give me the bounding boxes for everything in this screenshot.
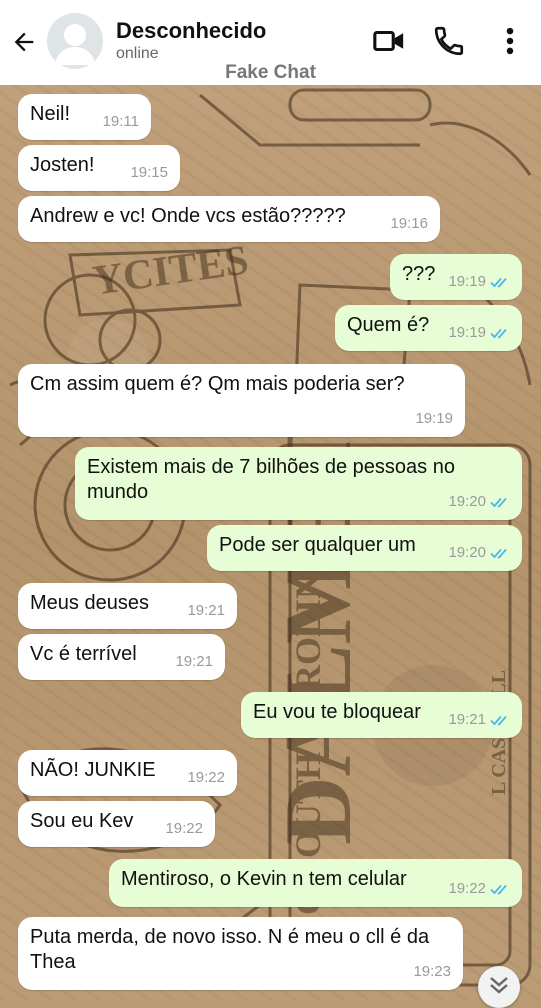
message-time: 19:21 [448,711,486,728]
message-bubble-incoming[interactable]: Cm assim quem é? Qm mais poderia ser? 19… [18,364,465,437]
message-text: Existem mais de 7 bilhões de pessoas no … [87,456,455,503]
message-bubble-incoming[interactable]: Vc é terrível 19:21 [18,634,225,680]
read-ticks-icon [490,548,507,559]
fake-chat-watermark: Fake Chat [225,62,316,83]
message-time: 19:19 [415,410,453,427]
message-bubble-incoming[interactable]: Sou eu Kev 19:22 [18,801,215,847]
message-time: 19:22 [187,769,225,786]
message-bubble-outgoing[interactable]: Existem mais de 7 bilhões de pessoas no … [75,447,522,520]
chat-header: Desconhecido online Fake Chat [0,0,541,85]
message-text: Andrew e vc! Onde vcs estão????? [30,205,346,227]
message-time: 19:15 [130,164,168,181]
read-ticks-icon [490,715,507,726]
message-bubble-outgoing[interactable]: Pode ser qualquer um 19:20 [207,525,522,571]
message-bubble-incoming[interactable]: Andrew e vc! Onde vcs estão????? 19:16 [18,196,440,242]
video-call-icon[interactable] [372,24,406,58]
message-time: 19:20 [448,544,486,561]
message-bubble-outgoing[interactable]: Eu vou te bloquear 19:21 [241,692,522,738]
message-text: Cm assim quem é? Qm mais poderia ser? [30,373,405,395]
message-bubble-incoming[interactable]: Josten! 19:15 [18,145,180,191]
message-time: 19:22 [448,880,486,897]
message-time: 19:22 [165,820,203,837]
more-options-icon[interactable] [497,24,523,58]
contact-name[interactable]: Desconhecido [116,18,266,44]
contact-status: online [116,45,159,62]
double-chevron-down-icon [490,977,508,994]
avatar[interactable] [47,13,103,69]
default-avatar-icon [55,24,95,65]
message-bubble-outgoing[interactable]: Quem é? 19:19 [335,305,522,351]
message-bubble-outgoing[interactable]: Mentiroso, o Kevin n tem celular 19:22 [109,859,522,907]
read-ticks-icon [490,497,507,508]
message-time: 19:16 [390,215,428,232]
phone-call-icon[interactable] [432,24,466,58]
message-bubble-incoming[interactable]: Puta merda, de novo isso. N é meu o cll … [18,917,463,990]
message-bubble-incoming[interactable]: NÃO! JUNKIE 19:22 [18,750,237,796]
message-time: 19:20 [448,493,486,510]
message-bubble-incoming[interactable]: Meus deuses 19:21 [18,583,237,629]
read-ticks-icon [490,884,507,895]
message-time: 19:21 [187,602,225,619]
message-time: 19:21 [175,653,213,670]
read-ticks-icon [490,277,507,288]
scroll-to-bottom-button[interactable] [478,966,520,1008]
message-time: 19:19 [448,273,486,290]
message-time: 19:11 [102,113,139,130]
message-bubble-incoming[interactable]: Neil! 19:11 [18,94,151,140]
message-time: 19:23 [413,963,451,980]
message-time: 19:19 [448,324,486,341]
back-arrow-icon[interactable] [10,28,38,56]
message-text: Puta merda, de novo isso. N é meu o cll … [30,926,430,973]
svg-text:YCITES: YCITES [90,238,251,305]
read-ticks-icon [490,328,507,339]
message-bubble-outgoing[interactable]: ??? 19:19 [390,254,522,300]
